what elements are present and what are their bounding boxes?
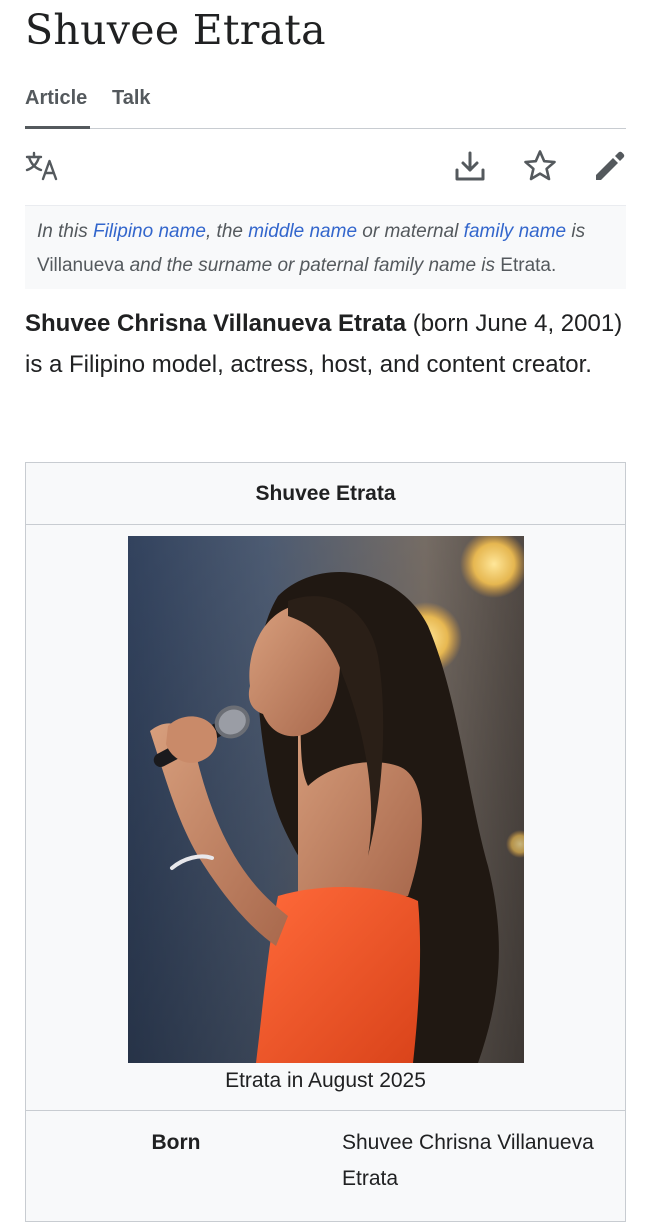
lead-paragraph: Shuvee Chrisna Villanueva Etrata (born J…	[25, 303, 626, 385]
subject-full-name: Shuvee Chrisna Villanueva Etrata	[25, 310, 407, 337]
star-icon[interactable]	[522, 148, 558, 184]
hatnote-middle-name: Villanueva	[37, 255, 125, 276]
edit-pencil-icon[interactable]	[592, 148, 628, 184]
hatnote: In this Filipino name, the middle name o…	[25, 205, 626, 289]
family-name-link[interactable]: family name	[464, 221, 566, 242]
middle-name-link[interactable]: middle name	[248, 221, 357, 242]
page-actions-toolbar	[25, 148, 626, 188]
hatnote-text: and the surname or paternal family name …	[124, 255, 501, 276]
infobox: Shuvee Etrata Etrata in August 2025 Born…	[25, 462, 626, 1222]
language-icon[interactable]	[25, 148, 61, 184]
hatnote-text: .	[551, 255, 557, 276]
filipino-name-link[interactable]: Filipino name	[93, 221, 206, 242]
infobox-label-born: Born	[151, 1131, 201, 1154]
infobox-row-born: Born Shuvee Chrisna Villanueva Etrata	[26, 1110, 625, 1231]
infobox-photo[interactable]	[128, 536, 524, 1063]
namespace-tabs: Article Talk	[25, 84, 626, 129]
infobox-value-born: Shuvee Chrisna Villanueva Etrata	[342, 1131, 594, 1190]
hatnote-text: or maternal	[357, 221, 464, 242]
download-icon[interactable]	[452, 148, 488, 184]
infobox-caption: Etrata in August 2025	[225, 1069, 426, 1092]
hatnote-surname: Etrata	[500, 255, 551, 276]
hatnote-text: is	[566, 221, 586, 242]
tab-article[interactable]: Article	[25, 84, 90, 129]
infobox-title: Shuvee Etrata	[26, 463, 625, 525]
page-title: Shuvee Etrata	[25, 6, 326, 54]
tab-talk[interactable]: Talk	[112, 84, 151, 127]
hatnote-text: , the	[205, 221, 249, 242]
hatnote-text: In this	[37, 221, 93, 242]
